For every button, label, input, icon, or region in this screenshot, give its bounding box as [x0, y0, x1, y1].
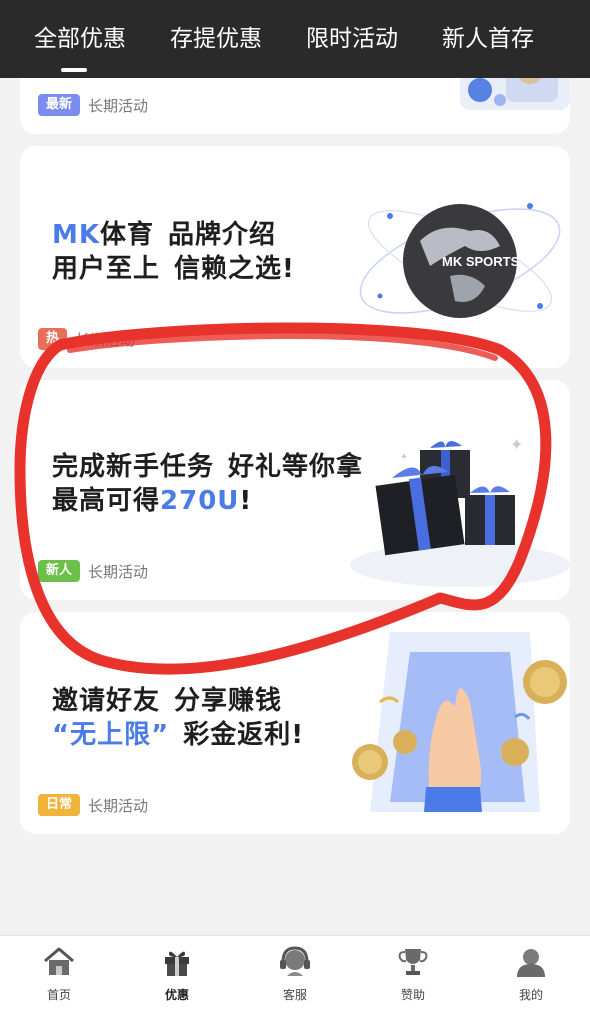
- headline-text: 分享赚钱: [174, 686, 283, 716]
- nav-sponsorship[interactable]: 赞助: [354, 936, 472, 1014]
- headline-text: 完成新手任务: [52, 452, 215, 482]
- tag-badge: 最新: [38, 94, 81, 116]
- headline-line2: 最高可得270U!: [52, 484, 363, 518]
- card-headline: 完成新手任务 好礼等你拿 最高可得270U!: [52, 450, 363, 518]
- promotions-page: 最新 长期活动 MK体育 品牌介绍 用户至上 信赖之选! MK SPORTS 热…: [0, 0, 590, 1014]
- nav-label: 优惠: [164, 988, 189, 1002]
- period-label: 长期活动: [88, 562, 149, 581]
- promo-list[interactable]: 最新 长期活动 MK体育 品牌介绍 用户至上 信赖之选! MK SPORTS 热…: [0, 0, 590, 935]
- period-label: 长期活动: [88, 96, 149, 115]
- svg-text:✦: ✦: [510, 435, 523, 454]
- card-meta: 日常 长期活动: [38, 794, 148, 816]
- headset-icon: [280, 946, 310, 976]
- tag-badge: 新人: [38, 560, 81, 582]
- nav-home[interactable]: 首页: [0, 936, 118, 1014]
- headline-brand: MK: [52, 220, 101, 250]
- svg-text:✦: ✦: [400, 452, 408, 463]
- headline-line1: MK体育 品牌介绍: [52, 218, 295, 252]
- headline-highlight: “无上限”: [52, 720, 170, 750]
- promo-card-invite[interactable]: 邀请好友 分享赚钱 “无上限” 彩金返利! 日常 长期活动: [20, 612, 570, 834]
- nav-customer-service[interactable]: 客服: [236, 936, 354, 1014]
- bottom-navigation: 首页 优惠 客服 赞助 我的: [0, 935, 590, 1014]
- trophy-icon: [398, 949, 428, 975]
- headline-text: 品牌介绍: [168, 220, 277, 250]
- headline-text: !: [239, 486, 253, 516]
- globe-illustration: MK SPORTS: [359, 203, 561, 318]
- home-icon: [44, 947, 74, 975]
- headline-text: 信赖之选!: [174, 254, 295, 284]
- tag-badge: 日常: [38, 794, 81, 816]
- period-label: 长期活动: [75, 330, 136, 349]
- headline-line2: 用户至上 信赖之选!: [52, 252, 295, 286]
- period-label: 长期活动: [88, 796, 149, 815]
- headline-text: 最高可得: [52, 486, 161, 516]
- headline-text: 用户至上: [52, 254, 161, 284]
- nav-label: 客服: [282, 988, 307, 1002]
- category-tab-bar: 全部优惠 存提优惠 限时活动 新人首存: [0, 0, 590, 78]
- card-meta: 新人 长期活动: [38, 560, 148, 582]
- tag-badge: 热: [38, 328, 68, 350]
- user-icon: [517, 949, 545, 977]
- headline-text: 邀请好友: [52, 686, 161, 716]
- tab-all-promotions[interactable]: 全部优惠: [0, 0, 148, 78]
- nav-promotions[interactable]: 优惠: [118, 936, 236, 1014]
- card-meta: 热 长期活动: [38, 328, 135, 350]
- tab-strip[interactable]: 全部优惠 存提优惠 限时活动 新人首存: [0, 0, 590, 78]
- clapping-hands-illustration: [352, 632, 567, 812]
- gift-icon: [165, 951, 189, 976]
- tab-limited-time[interactable]: 限时活动: [284, 0, 420, 78]
- card-headline: MK体育 品牌介绍 用户至上 信赖之选!: [52, 218, 295, 286]
- card-headline: 邀请好友 分享赚钱 “无上限” 彩金返利!: [52, 684, 304, 752]
- promo-card-brand[interactable]: MK体育 品牌介绍 用户至上 信赖之选! MK SPORTS 热 长期活动: [20, 146, 570, 368]
- card-meta: 最新 长期活动: [38, 94, 148, 116]
- tab-deposit-withdraw[interactable]: 存提优惠: [148, 0, 284, 78]
- headline-line1: 完成新手任务 好礼等你拿: [52, 450, 363, 484]
- headline-text: 体育: [100, 220, 155, 250]
- gift-box-illustration: ✦ ✦: [350, 435, 570, 587]
- nav-label: 赞助: [400, 988, 425, 1002]
- headline-amount: 270U: [160, 486, 240, 516]
- tab-newcomer-first-deposit[interactable]: 新人首存: [420, 0, 556, 78]
- promo-card-newbie[interactable]: 完成新手任务 好礼等你拿 最高可得270U! ✦ ✦ 新人 长期活动: [20, 380, 570, 600]
- nav-label: 首页: [46, 988, 71, 1002]
- headline-text: 彩金返利!: [183, 720, 305, 750]
- headline-line2: “无上限” 彩金返利!: [52, 718, 304, 752]
- nav-my-account[interactable]: 我的: [472, 936, 590, 1014]
- headline-line1: 邀请好友 分享赚钱: [52, 684, 304, 718]
- globe-logo-text: MK SPORTS: [442, 254, 520, 269]
- nav-label: 我的: [518, 988, 543, 1002]
